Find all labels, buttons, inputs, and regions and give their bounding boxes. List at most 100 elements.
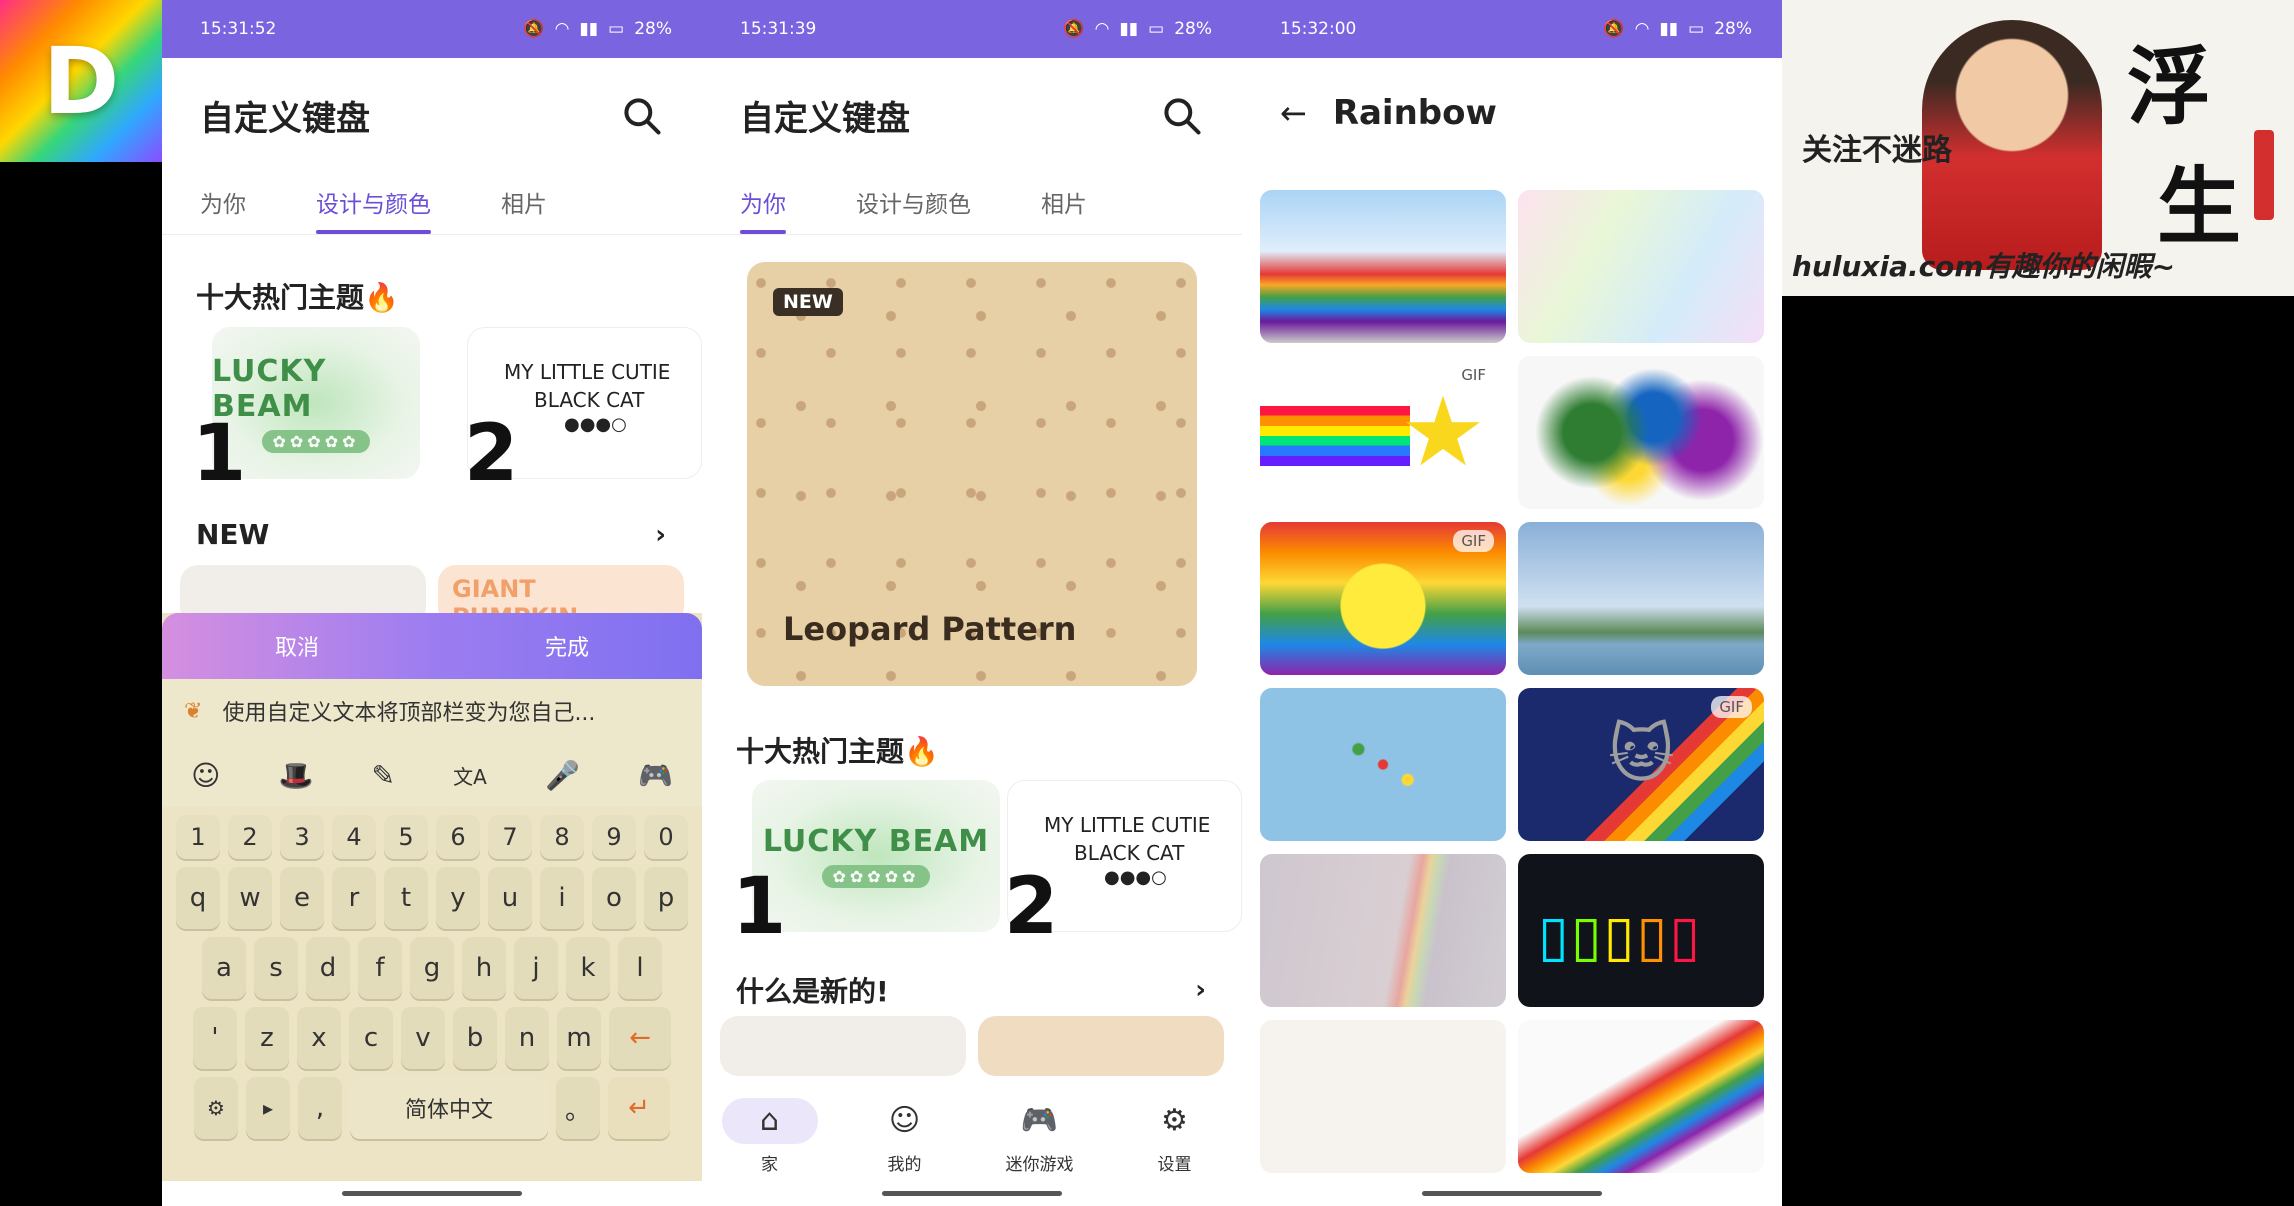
rainbow-wallpaper-neon-bottles[interactable]: ▯▯▯▯▯ bbox=[1518, 854, 1764, 1007]
new-theme-card-leopard[interactable] bbox=[978, 1016, 1224, 1076]
key-r[interactable]: r bbox=[332, 867, 376, 929]
comma-key[interactable]: , bbox=[298, 1077, 342, 1139]
key-7[interactable]: 7 bbox=[488, 815, 532, 859]
key-x[interactable]: x bbox=[297, 1007, 341, 1069]
key-apostrophe[interactable]: ' bbox=[193, 1007, 237, 1069]
key-2[interactable]: 2 bbox=[228, 815, 272, 859]
rainbow-wallpaper-smoke[interactable] bbox=[1518, 356, 1764, 509]
rainbow-wallpaper-drawings[interactable] bbox=[1260, 1020, 1506, 1173]
enter-key[interactable]: ↵ bbox=[608, 1077, 670, 1139]
done-button[interactable]: 完成 bbox=[545, 630, 589, 662]
tab-for-you[interactable]: 为你 bbox=[200, 173, 246, 234]
home-indicator bbox=[882, 1191, 1062, 1196]
key-q[interactable]: q bbox=[176, 867, 220, 929]
chevron-right-icon: › bbox=[1195, 975, 1206, 1005]
nav-mine[interactable]: ☺ 我的 bbox=[850, 1098, 960, 1175]
search-icon[interactable] bbox=[1160, 94, 1204, 138]
section-new[interactable]: NEW › bbox=[196, 518, 666, 551]
key-b[interactable]: b bbox=[453, 1007, 497, 1069]
key-m[interactable]: m bbox=[557, 1007, 601, 1069]
nav-settings[interactable]: ⚙ 设置 bbox=[1120, 1098, 1230, 1175]
section-whats-new[interactable]: 什么是新的! › bbox=[736, 970, 1206, 1010]
rainbow-wallpaper-pastel[interactable] bbox=[1518, 190, 1764, 343]
key-f[interactable]: f bbox=[358, 937, 402, 999]
key-0[interactable]: 0 bbox=[644, 815, 688, 859]
rainbow-wallpaper-star-gif[interactable]: ★ GIF bbox=[1260, 356, 1506, 509]
key-y[interactable]: y bbox=[436, 867, 480, 929]
back-arrow-icon[interactable]: ← bbox=[1280, 94, 1307, 132]
key-d[interactable]: d bbox=[306, 937, 350, 999]
rainbow-wallpaper-sponge-gif[interactable]: GIF bbox=[1260, 522, 1506, 675]
theme-card-lucky-beam[interactable]: LUCKY BEAM ✿✿✿✿✿ bbox=[752, 780, 1000, 932]
translate-icon[interactable]: 文A bbox=[453, 761, 487, 790]
space-key[interactable]: 简体中文 bbox=[350, 1077, 548, 1139]
key-t[interactable]: t bbox=[384, 867, 428, 929]
microphone-icon[interactable]: 🎤 bbox=[545, 759, 580, 792]
key-k[interactable]: k bbox=[566, 937, 610, 999]
key-3[interactable]: 3 bbox=[280, 815, 324, 859]
rainbow-wallpaper-houses[interactable] bbox=[1260, 190, 1506, 343]
key-z[interactable]: z bbox=[245, 1007, 289, 1069]
rainbow-wallpaper-sky[interactable] bbox=[1518, 522, 1764, 675]
red-seal-stamp bbox=[2254, 130, 2274, 220]
rainbow-wallpaper-confetti[interactable] bbox=[1518, 1020, 1764, 1173]
follow-text: 关注不迷路 bbox=[1802, 133, 1952, 168]
status-bar: 15:31:39 🔕 ◠ ▮▮ ▭ 28% bbox=[702, 0, 1242, 58]
key-c[interactable]: c bbox=[349, 1007, 393, 1069]
suggestion-bar[interactable]: ❦ 使用自定义文本将顶部栏变为您自己... bbox=[162, 679, 702, 743]
tab-for-you[interactable]: 为你 bbox=[740, 173, 786, 234]
key-u[interactable]: u bbox=[488, 867, 532, 929]
key-h[interactable]: h bbox=[462, 937, 506, 999]
key-8[interactable]: 8 bbox=[540, 815, 584, 859]
nav-label: 设置 bbox=[1157, 1154, 1192, 1175]
signal-icon: ▮▮ bbox=[579, 19, 599, 39]
tab-design-color[interactable]: 设计与颜色 bbox=[856, 173, 971, 234]
key-4[interactable]: 4 bbox=[332, 815, 376, 859]
key-n[interactable]: n bbox=[505, 1007, 549, 1069]
tab-design-color[interactable]: 设计与颜色 bbox=[316, 173, 431, 234]
featured-theme-leopard[interactable]: NEW Leopard Pattern bbox=[747, 262, 1197, 686]
key-a[interactable]: a bbox=[202, 937, 246, 999]
rainbow-wallpaper-balloons[interactable] bbox=[1260, 688, 1506, 841]
key-v[interactable]: v bbox=[401, 1007, 445, 1069]
key-9[interactable]: 9 bbox=[592, 815, 636, 859]
rainbow-wallpaper-faint[interactable] bbox=[1260, 854, 1506, 1007]
clover-icons: ✿✿✿✿✿ bbox=[822, 865, 930, 888]
key-p[interactable]: p bbox=[644, 867, 688, 929]
key-j[interactable]: j bbox=[514, 937, 558, 999]
search-icon[interactable] bbox=[620, 94, 664, 138]
number-row: 1234567890 bbox=[162, 815, 702, 859]
key-l[interactable]: l bbox=[618, 937, 662, 999]
new-theme-card[interactable] bbox=[720, 1016, 966, 1076]
key-5[interactable]: 5 bbox=[384, 815, 428, 859]
key-i[interactable]: i bbox=[540, 867, 584, 929]
period-key[interactable]: 。 bbox=[556, 1077, 600, 1139]
key-e[interactable]: e bbox=[280, 867, 324, 929]
nav-mini-games[interactable]: 🎮 迷你游戏 bbox=[985, 1098, 1095, 1175]
tab-photos[interactable]: 相片 bbox=[1041, 173, 1087, 234]
key-o[interactable]: o bbox=[592, 867, 636, 929]
cancel-button[interactable]: 取消 bbox=[275, 630, 319, 662]
backspace-key[interactable]: ← bbox=[609, 1007, 671, 1069]
signal-icon: ▮▮ bbox=[1119, 19, 1139, 39]
keyboard-action-bar: 取消 完成 bbox=[162, 613, 702, 679]
key-6[interactable]: 6 bbox=[436, 815, 480, 859]
section-new-label: 什么是新的! bbox=[736, 975, 889, 1008]
game-icon[interactable]: 🎮 bbox=[638, 759, 673, 792]
key-g[interactable]: g bbox=[410, 937, 454, 999]
key-w[interactable]: w bbox=[228, 867, 272, 929]
leaf-icon: ❦ bbox=[184, 698, 203, 724]
cursor-key[interactable]: ▸ bbox=[246, 1077, 290, 1139]
settings-key[interactable]: ⚙ bbox=[194, 1077, 238, 1139]
emoji-icon[interactable]: ☺ bbox=[191, 759, 220, 792]
rank-number: 2 bbox=[464, 409, 519, 499]
nav-home[interactable]: ⌂ 家 bbox=[715, 1097, 825, 1175]
key-s[interactable]: s bbox=[254, 937, 298, 999]
battery-icon: ▭ bbox=[608, 19, 625, 39]
clipboard-icon[interactable]: ✎ bbox=[371, 759, 394, 792]
rainbow-wallpaper-nyan-cat-gif[interactable]: 🐱 GIF bbox=[1518, 688, 1764, 841]
tab-photos[interactable]: 相片 bbox=[501, 173, 547, 234]
theme-icon[interactable]: 🎩 bbox=[278, 759, 313, 792]
key-1[interactable]: 1 bbox=[176, 815, 220, 859]
chevron-right-icon: › bbox=[655, 519, 666, 550]
